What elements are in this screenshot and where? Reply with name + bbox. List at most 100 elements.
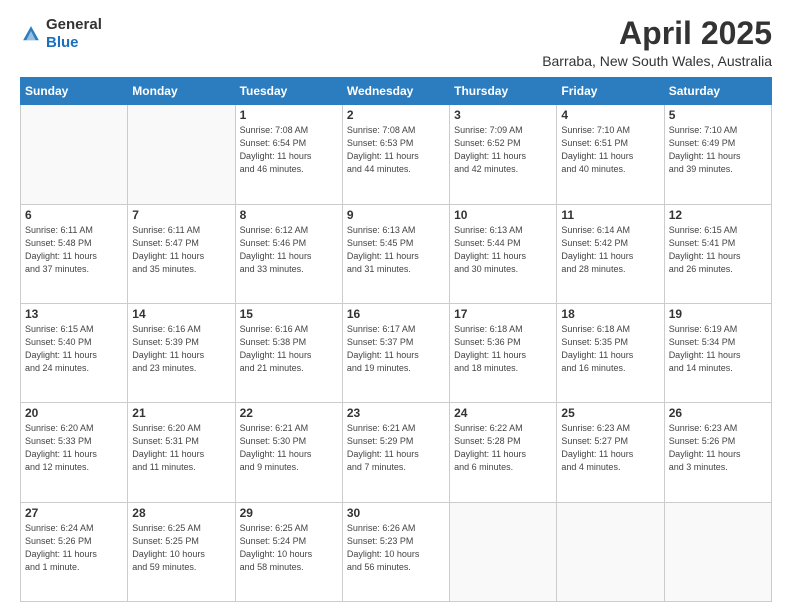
- calendar-cell: 16 Sunrise: 6:17 AM Sunset: 5:37 PM Dayli…: [342, 303, 449, 402]
- day-number: 8: [240, 208, 338, 222]
- week-row-2: 6 Sunrise: 6:11 AM Sunset: 5:48 PM Daylig…: [21, 204, 772, 303]
- calendar-cell: 18Sunrise: 6:18 AM Sunset: 5:35 PM Dayli…: [557, 303, 664, 402]
- header-right: April 2025 Barraba, New South Wales, Aus…: [542, 16, 772, 69]
- day-info: Sunrise: 7:10 AM Sunset: 6:49 PM Dayligh…: [669, 124, 767, 176]
- day-number: 20: [25, 406, 123, 420]
- day-number: 16: [347, 307, 445, 321]
- day-number: 29: [240, 506, 338, 520]
- day-number: 30: [347, 506, 445, 520]
- day-number: 15: [240, 307, 338, 321]
- calendar-cell: 22 Sunrise: 6:21 AM Sunset: 5:30 PM Dayli…: [235, 403, 342, 502]
- day-number: 26: [669, 406, 767, 420]
- day-info: Sunrise: 6:18 AM Sunset: 5:36 PM Dayligh…: [454, 323, 552, 375]
- week-row-1: 1 Sunrise: 7:08 AM Sunset: 6:54 PM Daylig…: [21, 105, 772, 204]
- day-info: Sunrise: 6:12 AM Sunset: 5:46 PM Dayligh…: [240, 224, 338, 276]
- day-info: Sunrise: 6:24 AM Sunset: 5:26 PM Dayligh…: [25, 522, 123, 574]
- week-row-5: 27 Sunrise: 6:24 AM Sunset: 5:26 PM Dayli…: [21, 502, 772, 601]
- day-number: 7: [132, 208, 230, 222]
- day-number: 19: [669, 307, 767, 321]
- day-number: 10: [454, 208, 552, 222]
- calendar-cell: 8 Sunrise: 6:12 AM Sunset: 5:46 PM Daylig…: [235, 204, 342, 303]
- calendar-cell: 29Sunrise: 6:25 AM Sunset: 5:24 PM Dayli…: [235, 502, 342, 601]
- day-info: Sunrise: 6:15 AM Sunset: 5:41 PM Dayligh…: [669, 224, 767, 276]
- day-number: 1: [240, 108, 338, 122]
- month-title: April 2025: [542, 16, 772, 51]
- calendar-cell: 2 Sunrise: 7:08 AM Sunset: 6:53 PM Daylig…: [342, 105, 449, 204]
- calendar-cell: 14Sunrise: 6:16 AM Sunset: 5:39 PM Dayli…: [128, 303, 235, 402]
- calendar-table: SundayMondayTuesdayWednesdayThursdayFrid…: [20, 77, 772, 602]
- day-number: 2: [347, 108, 445, 122]
- day-info: Sunrise: 7:09 AM Sunset: 6:52 PM Dayligh…: [454, 124, 552, 176]
- calendar-cell: 6 Sunrise: 6:11 AM Sunset: 5:48 PM Daylig…: [21, 204, 128, 303]
- day-info: Sunrise: 6:20 AM Sunset: 5:31 PM Dayligh…: [132, 422, 230, 474]
- day-info: Sunrise: 6:25 AM Sunset: 5:25 PM Dayligh…: [132, 522, 230, 574]
- calendar-cell: [128, 105, 235, 204]
- calendar-cell: [664, 502, 771, 601]
- day-info: Sunrise: 7:08 AM Sunset: 6:54 PM Dayligh…: [240, 124, 338, 176]
- calendar-cell: 19 Sunrise: 6:19 AM Sunset: 5:34 PM Dayli…: [664, 303, 771, 402]
- calendar-cell: 3 Sunrise: 7:09 AM Sunset: 6:52 PM Daylig…: [450, 105, 557, 204]
- calendar-cell: 25 Sunrise: 6:23 AM Sunset: 5:27 PM Dayli…: [557, 403, 664, 502]
- day-info: Sunrise: 6:21 AM Sunset: 5:30 PM Dayligh…: [240, 422, 338, 474]
- logo-icon: [20, 23, 42, 45]
- day-info: Sunrise: 6:11 AM Sunset: 5:48 PM Dayligh…: [25, 224, 123, 276]
- day-info: Sunrise: 6:13 AM Sunset: 5:44 PM Dayligh…: [454, 224, 552, 276]
- day-number: 6: [25, 208, 123, 222]
- calendar-cell: [450, 502, 557, 601]
- calendar-cell: 10 Sunrise: 6:13 AM Sunset: 5:44 PM Dayli…: [450, 204, 557, 303]
- day-info: Sunrise: 6:23 AM Sunset: 5:27 PM Dayligh…: [561, 422, 659, 474]
- day-info: Sunrise: 6:13 AM Sunset: 5:45 PM Dayligh…: [347, 224, 445, 276]
- calendar-cell: 12 Sunrise: 6:15 AM Sunset: 5:41 PM Dayli…: [664, 204, 771, 303]
- day-number: 22: [240, 406, 338, 420]
- calendar-cell: 28Sunrise: 6:25 AM Sunset: 5:25 PM Dayli…: [128, 502, 235, 601]
- weekday-friday: Friday: [557, 78, 664, 105]
- header: General Blue April 2025 Barraba, New Sou…: [20, 16, 772, 69]
- day-number: 24: [454, 406, 552, 420]
- day-number: 27: [25, 506, 123, 520]
- day-info: Sunrise: 6:19 AM Sunset: 5:34 PM Dayligh…: [669, 323, 767, 375]
- day-number: 21: [132, 406, 230, 420]
- calendar-cell: 17Sunrise: 6:18 AM Sunset: 5:36 PM Dayli…: [450, 303, 557, 402]
- calendar-cell: 30Sunrise: 6:26 AM Sunset: 5:23 PM Dayli…: [342, 502, 449, 601]
- weekday-saturday: Saturday: [664, 78, 771, 105]
- day-number: 5: [669, 108, 767, 122]
- calendar-cell: 9Sunrise: 6:13 AM Sunset: 5:45 PM Daylig…: [342, 204, 449, 303]
- day-number: 14: [132, 307, 230, 321]
- location: Barraba, New South Wales, Australia: [542, 53, 772, 69]
- logo-general: General: [46, 16, 102, 33]
- day-number: 25: [561, 406, 659, 420]
- day-number: 12: [669, 208, 767, 222]
- day-number: 3: [454, 108, 552, 122]
- day-number: 11: [561, 208, 659, 222]
- day-info: Sunrise: 6:23 AM Sunset: 5:26 PM Dayligh…: [669, 422, 767, 474]
- day-info: Sunrise: 7:08 AM Sunset: 6:53 PM Dayligh…: [347, 124, 445, 176]
- day-number: 13: [25, 307, 123, 321]
- day-info: Sunrise: 6:20 AM Sunset: 5:33 PM Dayligh…: [25, 422, 123, 474]
- day-info: Sunrise: 6:17 AM Sunset: 5:37 PM Dayligh…: [347, 323, 445, 375]
- calendar-cell: 21 Sunrise: 6:20 AM Sunset: 5:31 PM Dayli…: [128, 403, 235, 502]
- page: General Blue April 2025 Barraba, New Sou…: [0, 0, 792, 612]
- day-number: 18: [561, 307, 659, 321]
- calendar-cell: 24Sunrise: 6:22 AM Sunset: 5:28 PM Dayli…: [450, 403, 557, 502]
- day-info: Sunrise: 6:11 AM Sunset: 5:47 PM Dayligh…: [132, 224, 230, 276]
- calendar-cell: 13 Sunrise: 6:15 AM Sunset: 5:40 PM Dayli…: [21, 303, 128, 402]
- day-info: Sunrise: 6:14 AM Sunset: 5:42 PM Dayligh…: [561, 224, 659, 276]
- weekday-thursday: Thursday: [450, 78, 557, 105]
- weekday-wednesday: Wednesday: [342, 78, 449, 105]
- day-info: Sunrise: 6:16 AM Sunset: 5:38 PM Dayligh…: [240, 323, 338, 375]
- calendar-cell: [557, 502, 664, 601]
- calendar-cell: 5 Sunrise: 7:10 AM Sunset: 6:49 PM Daylig…: [664, 105, 771, 204]
- calendar-cell: 27 Sunrise: 6:24 AM Sunset: 5:26 PM Dayli…: [21, 502, 128, 601]
- weekday-tuesday: Tuesday: [235, 78, 342, 105]
- calendar-cell: 23Sunrise: 6:21 AM Sunset: 5:29 PM Dayli…: [342, 403, 449, 502]
- weekday-monday: Monday: [128, 78, 235, 105]
- day-number: 4: [561, 108, 659, 122]
- calendar-cell: 20 Sunrise: 6:20 AM Sunset: 5:33 PM Dayli…: [21, 403, 128, 502]
- calendar-cell: [21, 105, 128, 204]
- logo: General Blue: [20, 16, 102, 52]
- logo-blue: Blue: [46, 34, 79, 51]
- calendar-cell: 1 Sunrise: 7:08 AM Sunset: 6:54 PM Daylig…: [235, 105, 342, 204]
- day-info: Sunrise: 6:15 AM Sunset: 5:40 PM Dayligh…: [25, 323, 123, 375]
- calendar-cell: 4Sunrise: 7:10 AM Sunset: 6:51 PM Daylig…: [557, 105, 664, 204]
- week-row-3: 13 Sunrise: 6:15 AM Sunset: 5:40 PM Dayli…: [21, 303, 772, 402]
